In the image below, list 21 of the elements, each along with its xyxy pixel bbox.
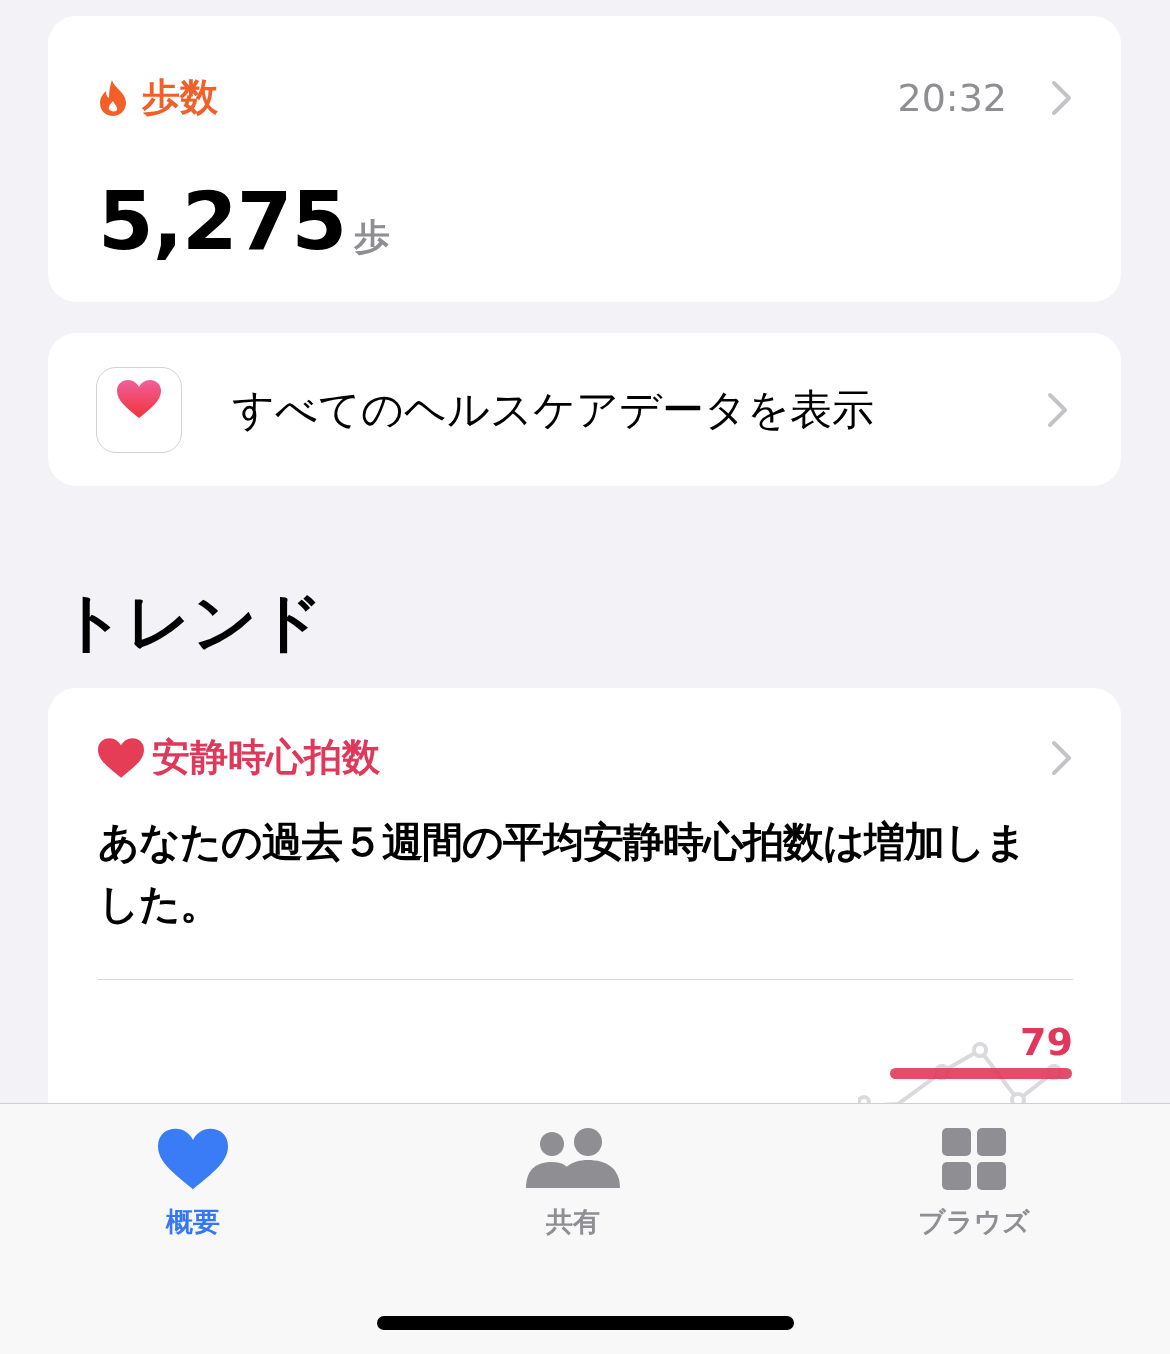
heart-icon [98, 737, 144, 778]
grid-icon [942, 1128, 1006, 1190]
tab-bar-item[interactable]: ブラウズ [918, 1128, 1030, 1240]
section-heading: トレンド [60, 584, 325, 661]
timestamp: 20:32 [897, 75, 1007, 120]
health-app-icon [96, 366, 182, 453]
chevron-icon [1047, 391, 1069, 428]
people-icon [526, 1128, 620, 1190]
chevron-icon [1051, 739, 1073, 776]
heart-icon [158, 1128, 228, 1190]
all-health-data-link[interactable]: すべてのヘルスケアデータを表示 [48, 333, 1121, 486]
tab-bar-item[interactable]: 概要 [158, 1128, 228, 1240]
tab-bar-item[interactable]: 共有 [526, 1128, 620, 1240]
trend-message: あなたの過去５週間の平均安静時心拍数は増加しました。 [98, 817, 1027, 930]
card-title: 安静時心拍数 [152, 734, 381, 781]
heart-rate-value: 79 [1020, 1020, 1073, 1064]
unit-label: 歩 [354, 215, 391, 259]
flame-icon [98, 78, 128, 117]
chevron-icon [1051, 79, 1073, 116]
card-title: 歩数 [142, 74, 218, 121]
step-count: 5,275 [98, 175, 347, 268]
